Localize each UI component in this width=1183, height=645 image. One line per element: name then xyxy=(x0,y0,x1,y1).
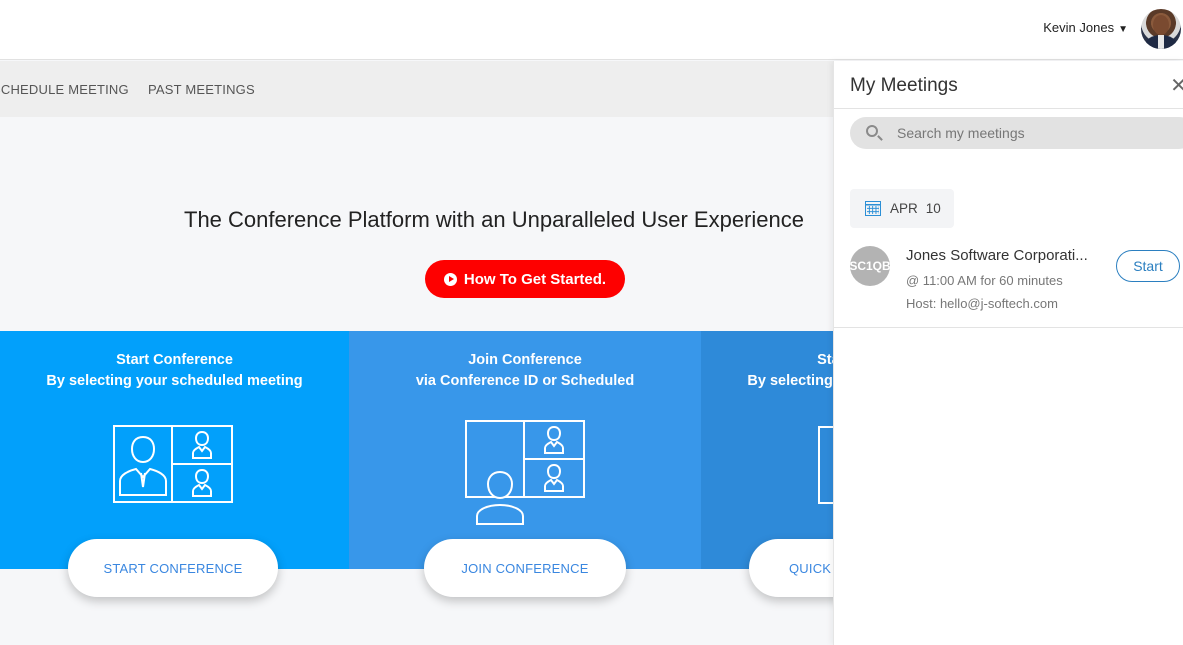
card-subtitle: via Conference ID or Scheduled xyxy=(415,373,635,389)
card-subtitle: By selecting your scheduled meeting xyxy=(747,373,841,389)
start-meeting-button[interactable]: Start xyxy=(1116,250,1180,282)
video-grid-join-icon xyxy=(465,420,585,525)
card-title: Start Conference xyxy=(116,352,233,368)
close-icon[interactable]: ✕ xyxy=(1170,73,1183,97)
search-box xyxy=(850,117,1183,149)
card-title: Join Conference xyxy=(468,352,582,368)
video-grid-host-icon xyxy=(113,425,233,503)
search-input[interactable] xyxy=(897,117,1177,149)
divider xyxy=(834,108,1183,109)
how-to-get-started-label: How To Get Started. xyxy=(463,270,607,288)
start-conference-card: Start Conference By selecting your sched… xyxy=(0,331,349,569)
meeting-name: Jones Software Corporati... xyxy=(906,247,1088,264)
user-name: Kevin Jones xyxy=(1043,20,1115,35)
my-meetings-panel: My Meetings ✕ APR 10 SC1QB Jones Softwar… xyxy=(833,61,1183,645)
meeting-host: Host: hello@j-softech.com xyxy=(906,296,1058,311)
meeting-time: @ 11:00 AM for 60 minutes xyxy=(906,273,1063,288)
meeting-avatar: SC1QB xyxy=(850,246,890,286)
panel-title: My Meetings xyxy=(850,75,958,96)
date-month: APR xyxy=(890,201,918,216)
nav-past-meetings[interactable]: PAST MEETINGS xyxy=(148,82,255,97)
join-conference-button[interactable]: JOIN CONFERENCE xyxy=(424,539,626,597)
quick-conference-card: Start Conference By selecting your sched… xyxy=(701,331,841,569)
date-header: APR 10 xyxy=(850,189,954,228)
how-to-get-started-button[interactable]: How To Get Started. xyxy=(425,260,625,298)
card-subtitle: By selecting your scheduled meeting xyxy=(46,373,303,389)
date-day: 10 xyxy=(925,201,941,216)
start-conference-button[interactable]: START CONFERENCE xyxy=(68,539,278,597)
caret-down-icon: ▼ xyxy=(1118,24,1128,35)
page-title: The Conference Platform with an Unparall… xyxy=(184,207,804,232)
search-icon xyxy=(866,125,878,137)
meeting-list-item[interactable]: SC1QB Jones Software Corporati... @ 11:0… xyxy=(834,238,1183,328)
play-icon xyxy=(443,272,457,286)
nav-schedule-meeting[interactable]: SCHEDULE MEETING xyxy=(0,82,129,97)
calendar-icon xyxy=(865,201,881,216)
avatar[interactable] xyxy=(1141,9,1181,49)
user-menu[interactable]: Kevin Jones ▼ xyxy=(1043,20,1128,35)
nav-bar: SCHEDULE MEETING PAST MEETINGS xyxy=(0,61,833,117)
join-conference-card: Join Conference via Conference ID or Sch… xyxy=(349,331,701,569)
card-title: Start Conference xyxy=(817,352,841,368)
top-bar: Kevin Jones ▼ xyxy=(0,0,1183,60)
